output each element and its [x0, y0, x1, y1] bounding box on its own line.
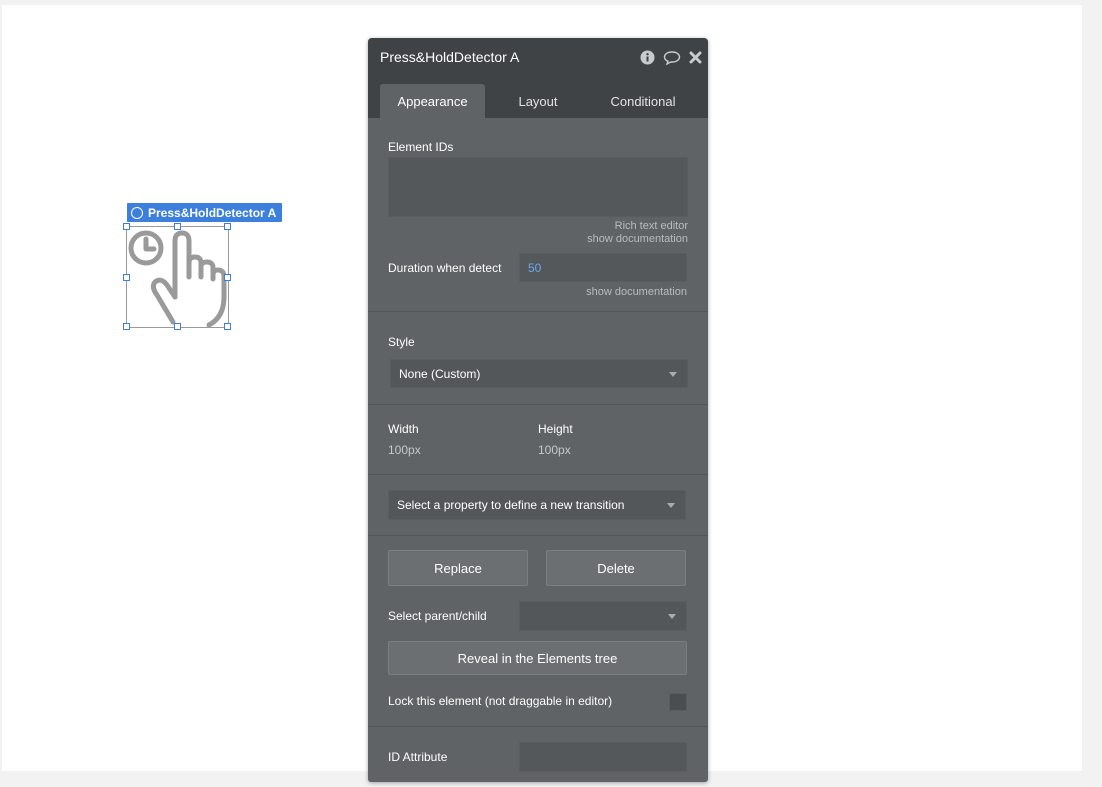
element-circle-icon [131, 206, 143, 219]
divider [368, 474, 708, 475]
transition-dropdown[interactable]: Select a property to define a new transi… [388, 490, 686, 520]
style-label: Style [388, 335, 415, 349]
panel-tabs: Appearance Layout Conditional [368, 78, 708, 118]
style-dropdown-value: None (Custom) [399, 366, 481, 381]
selected-element[interactable] [123, 223, 231, 330]
delete-button[interactable]: Delete [546, 550, 686, 586]
panel-title: Press&HoldDetector A [380, 49, 520, 65]
divider [368, 535, 708, 536]
comment-icon[interactable] [663, 50, 681, 70]
press-hold-hand-icon [128, 230, 227, 327]
tab-layout[interactable]: Layout [488, 84, 588, 118]
resize-handle-top[interactable] [174, 223, 181, 230]
transition-dropdown-text: Select a property to define a new transi… [397, 498, 625, 512]
tab-appearance[interactable]: Appearance [380, 84, 485, 118]
reveal-elements-tree-button[interactable]: Reveal in the Elements tree [388, 641, 687, 675]
duration-doc-link[interactable]: show documentation [586, 286, 687, 298]
resize-handle-bl[interactable] [123, 323, 130, 330]
width-value: 100px [388, 443, 421, 457]
resize-handle-bottom[interactable] [174, 323, 181, 330]
resize-handle-br[interactable] [224, 323, 231, 330]
close-icon[interactable] [689, 51, 702, 69]
parent-child-dropdown[interactable] [519, 601, 687, 631]
info-icon[interactable] [640, 50, 655, 70]
panel-header[interactable]: Press&HoldDetector A [368, 38, 708, 78]
id-attribute-label: ID Attribute [388, 750, 448, 764]
duration-label: Duration when detect [388, 261, 502, 275]
resize-handle-left[interactable] [123, 274, 130, 281]
element-ids-doc-link[interactable]: show documentation [587, 233, 688, 245]
width-label: Width [388, 422, 419, 436]
rich-text-editor-link[interactable]: Rich text editor [615, 220, 688, 232]
chevron-down-icon [668, 614, 676, 619]
parent-child-label: Select parent/child [388, 609, 487, 623]
chevron-down-icon [667, 503, 675, 508]
tab-conditional[interactable]: Conditional [593, 84, 693, 118]
resize-handle-tl[interactable] [123, 223, 130, 230]
lock-element-label: Lock this element (not draggable in edit… [388, 694, 613, 708]
id-attribute-field[interactable] [519, 742, 687, 772]
divider [368, 726, 708, 727]
lock-element-checkbox[interactable] [669, 693, 687, 711]
height-label: Height [538, 422, 573, 436]
chevron-down-icon [669, 371, 677, 377]
replace-button[interactable]: Replace [388, 550, 528, 586]
resize-handle-tr[interactable] [224, 223, 231, 230]
element-name-badge[interactable]: Press&HoldDetector A [127, 203, 283, 222]
element-ids-label: Element IDs [388, 140, 454, 154]
property-editor-panel: Press&HoldDetector A Appearance Layout C… [368, 38, 708, 782]
style-dropdown[interactable]: None (Custom) [390, 359, 688, 388]
element-name-text: Press&HoldDetector A [148, 205, 277, 220]
element-ids-field[interactable] [388, 157, 688, 217]
height-value: 100px [538, 443, 571, 457]
duration-field[interactable]: 50 [519, 253, 687, 282]
divider [368, 311, 708, 312]
resize-handle-right[interactable] [224, 274, 231, 281]
divider [368, 404, 708, 405]
